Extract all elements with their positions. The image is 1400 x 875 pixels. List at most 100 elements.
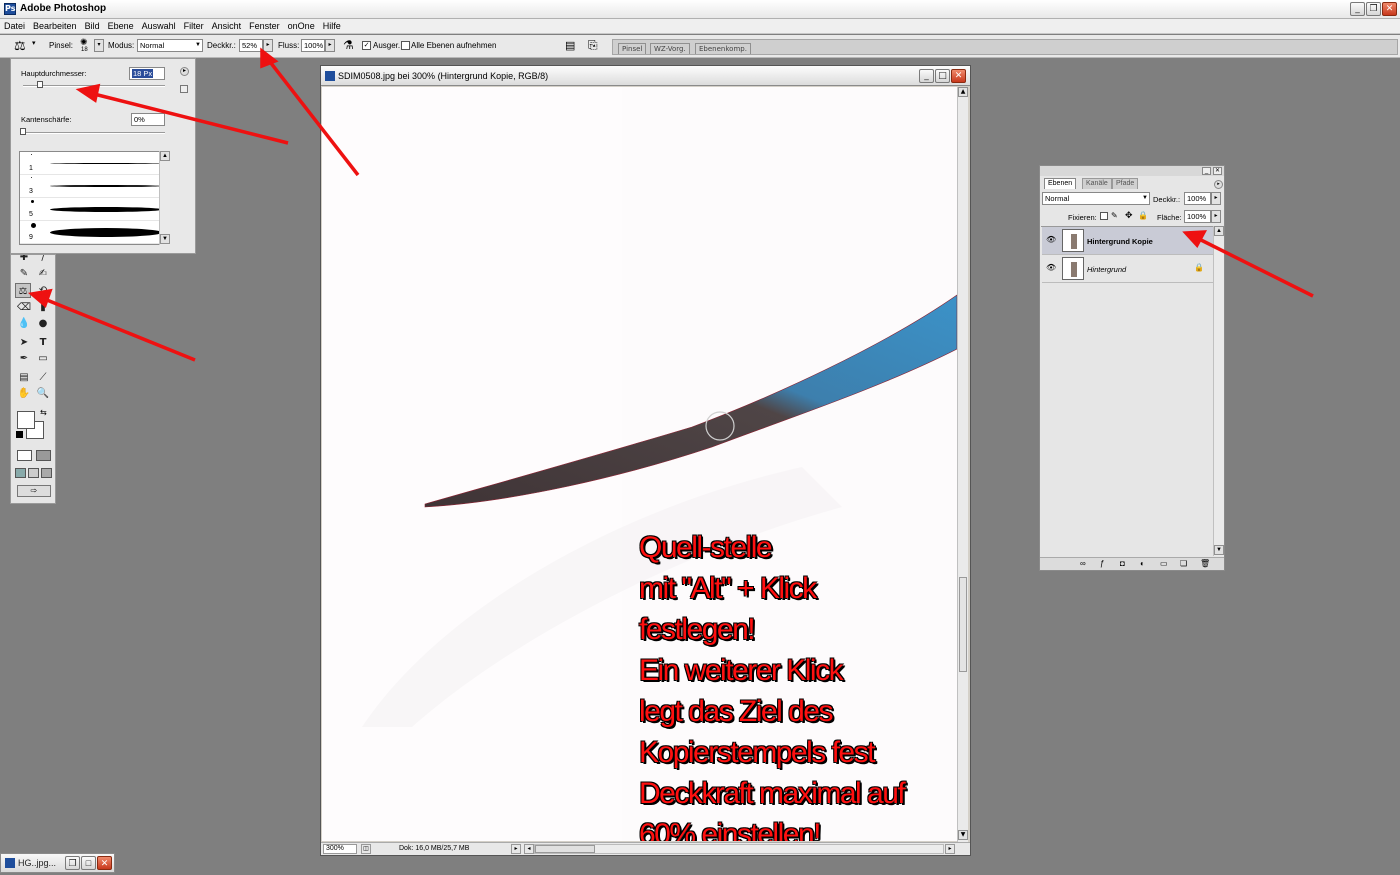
- min-close-button[interactable]: ✕: [97, 856, 112, 870]
- pen-tool-icon[interactable]: ✒: [16, 351, 32, 366]
- quickmask-mode-icon[interactable]: [36, 450, 51, 461]
- brush-picker-button[interactable]: ▾: [94, 39, 104, 52]
- eraser-tool-icon[interactable]: ⌫: [16, 300, 32, 315]
- clone-stamp-tool-icon[interactable]: ⚖: [15, 283, 31, 298]
- restore-button[interactable]: ❐: [1366, 2, 1381, 16]
- blend-mode-select[interactable]: Normal ▼: [1042, 192, 1150, 205]
- menu-bild[interactable]: Bild: [81, 19, 104, 31]
- menu-fenster[interactable]: Fenster: [245, 19, 284, 31]
- save-preset-icon[interactable]: [180, 85, 188, 93]
- layer-mask-icon[interactable]: ◘: [1120, 559, 1125, 568]
- minimize-button[interactable]: _: [1350, 2, 1365, 16]
- screen-mode-full-menu-icon[interactable]: [28, 468, 39, 478]
- menu-ansicht[interactable]: Ansicht: [208, 19, 246, 31]
- doc-scroll-up-icon[interactable]: ▲: [958, 87, 968, 97]
- blur-tool-icon[interactable]: 💧: [16, 316, 32, 331]
- opacity-slider-button[interactable]: ▸: [263, 39, 273, 52]
- palette-tab-ebenenkomp[interactable]: Ebenenkomp.: [695, 43, 751, 54]
- scroll-left-icon[interactable]: ◂: [524, 844, 534, 854]
- panel-menu-icon[interactable]: ▸: [180, 67, 189, 76]
- zoom-tool-icon[interactable]: 🔍: [35, 386, 51, 401]
- doc-minimize-button[interactable]: _: [919, 69, 934, 83]
- path-select-icon[interactable]: ➤: [16, 335, 32, 350]
- layer-row-hintergrund-kopie[interactable]: 👁 Hintergrund Kopie: [1042, 227, 1214, 255]
- minimized-document[interactable]: HG..jpg... ❐ □ ✕: [0, 853, 115, 873]
- tab-pfade[interactable]: Pfade: [1112, 178, 1139, 189]
- opacity-input[interactable]: 52%: [239, 39, 263, 52]
- fill-input[interactable]: 100%: [1184, 210, 1211, 223]
- clone-stamp-icon[interactable]: ⚖: [14, 38, 26, 54]
- brush-preset-list[interactable]: 1 3 5 9: [19, 151, 169, 245]
- adjustment-layer-icon[interactable]: ◐: [1140, 559, 1145, 568]
- hardness-slider-thumb[interactable]: [20, 128, 26, 135]
- min-maximize-button[interactable]: □: [81, 856, 96, 870]
- airbrush-icon[interactable]: ⚗: [343, 38, 354, 52]
- status-icon[interactable]: ◫: [361, 844, 371, 854]
- menu-auswahl[interactable]: Auswahl: [138, 19, 180, 31]
- status-menu-arrow-icon[interactable]: ▸: [511, 844, 521, 854]
- brush-preset-item[interactable]: 9: [20, 221, 168, 244]
- menu-hilfe[interactable]: Hilfe: [319, 19, 345, 31]
- flow-input[interactable]: 100%: [301, 39, 325, 52]
- brush-preset-item[interactable]: 1: [20, 152, 168, 175]
- brush-list-scrollbar[interactable]: ▲ ▼: [159, 151, 170, 245]
- layers-scroll-down-icon[interactable]: ▼: [1214, 545, 1224, 555]
- layer-row-hintergrund[interactable]: 👁 Hintergrund 🔒: [1042, 255, 1214, 283]
- swap-colors-icon[interactable]: ⇆: [40, 408, 47, 417]
- hardness-slider-track[interactable]: [23, 132, 165, 134]
- image-canvas[interactable]: Quell-stelle mit "Alt" + Klick festlegen! E…: [322, 87, 957, 841]
- doc-vertical-scrollbar[interactable]: ▲ ▼: [957, 87, 968, 842]
- layers-scrollbar[interactable]: ▲ ▼: [1213, 226, 1224, 556]
- h-scroll-thumb[interactable]: [535, 845, 595, 853]
- move-tool-icon[interactable]: ✚: [16, 255, 32, 261]
- lasso-tool-icon[interactable]: ∕: [35, 255, 51, 261]
- flow-slider-button[interactable]: ▸: [325, 39, 335, 52]
- doc-maximize-button[interactable]: □: [935, 69, 950, 83]
- menu-ebene[interactable]: Ebene: [104, 19, 138, 31]
- lock-all-icon[interactable]: 🔒: [1138, 211, 1148, 220]
- palette-close-button[interactable]: ✕: [1213, 167, 1222, 175]
- scroll-down-icon[interactable]: ▼: [160, 234, 170, 244]
- delete-layer-icon[interactable]: 🗑: [1200, 559, 1210, 568]
- file-browser-icon[interactable]: ▤: [565, 39, 575, 52]
- palette-tab-wz-vorg[interactable]: WZ-Vorg.: [650, 43, 690, 54]
- zoom-field[interactable]: 300%: [323, 844, 357, 854]
- type-tool-icon[interactable]: T: [35, 335, 51, 350]
- mode-select[interactable]: Normal ▼: [137, 39, 203, 52]
- close-button[interactable]: ✕: [1382, 2, 1397, 16]
- layer-opacity-slider-button[interactable]: ▸: [1211, 192, 1221, 205]
- hardness-input[interactable]: 0%: [131, 113, 165, 126]
- healing-brush-icon[interactable]: ✎: [16, 266, 32, 281]
- hand-tool-icon[interactable]: ✋: [16, 386, 32, 401]
- doc-scroll-down-icon[interactable]: ▼: [958, 830, 968, 840]
- eye-icon[interactable]: 👁: [1046, 264, 1056, 272]
- brush-preset-item[interactable]: 5: [20, 198, 168, 221]
- notes-tool-icon[interactable]: ▤: [16, 370, 32, 385]
- shape-tool-icon[interactable]: ▭: [35, 351, 51, 366]
- dodge-tool-icon[interactable]: ●: [35, 316, 51, 331]
- tab-kanaele[interactable]: Kanäle: [1082, 178, 1112, 189]
- gradient-tool-icon[interactable]: ▮: [35, 300, 51, 315]
- jump-to-imageready-icon[interactable]: ⇨: [17, 485, 51, 497]
- doc-scroll-thumb[interactable]: [959, 577, 967, 672]
- all-layers-checkbox[interactable]: [401, 41, 410, 50]
- menu-bearbeiten[interactable]: Bearbeiten: [29, 19, 81, 31]
- lock-pixels-icon[interactable]: ✎: [1111, 211, 1118, 220]
- palette-minimize-button[interactable]: _: [1202, 167, 1211, 175]
- eye-icon[interactable]: 👁: [1046, 236, 1056, 244]
- lock-transparency-icon[interactable]: [1100, 212, 1108, 220]
- layers-menu-icon[interactable]: ▸: [1214, 180, 1223, 189]
- layers-scroll-up-icon[interactable]: ▲: [1214, 226, 1224, 236]
- menu-onone[interactable]: onOne: [284, 19, 319, 31]
- fill-slider-button[interactable]: ▸: [1211, 210, 1221, 223]
- eyedropper-icon[interactable]: ⟋: [35, 370, 51, 385]
- aligned-checkbox[interactable]: ✓: [362, 41, 371, 50]
- bridge-icon[interactable]: ⎘: [588, 38, 598, 53]
- diameter-slider-track[interactable]: [23, 85, 165, 87]
- layer-style-icon[interactable]: ƒ: [1100, 559, 1104, 568]
- brush-preset-item[interactable]: 3: [20, 175, 168, 198]
- palette-tab-pinsel[interactable]: Pinsel: [618, 43, 647, 54]
- layer-opacity-input[interactable]: 100%: [1184, 192, 1211, 205]
- lock-position-icon[interactable]: ✥: [1125, 210, 1133, 221]
- screen-mode-full-icon[interactable]: [41, 468, 52, 478]
